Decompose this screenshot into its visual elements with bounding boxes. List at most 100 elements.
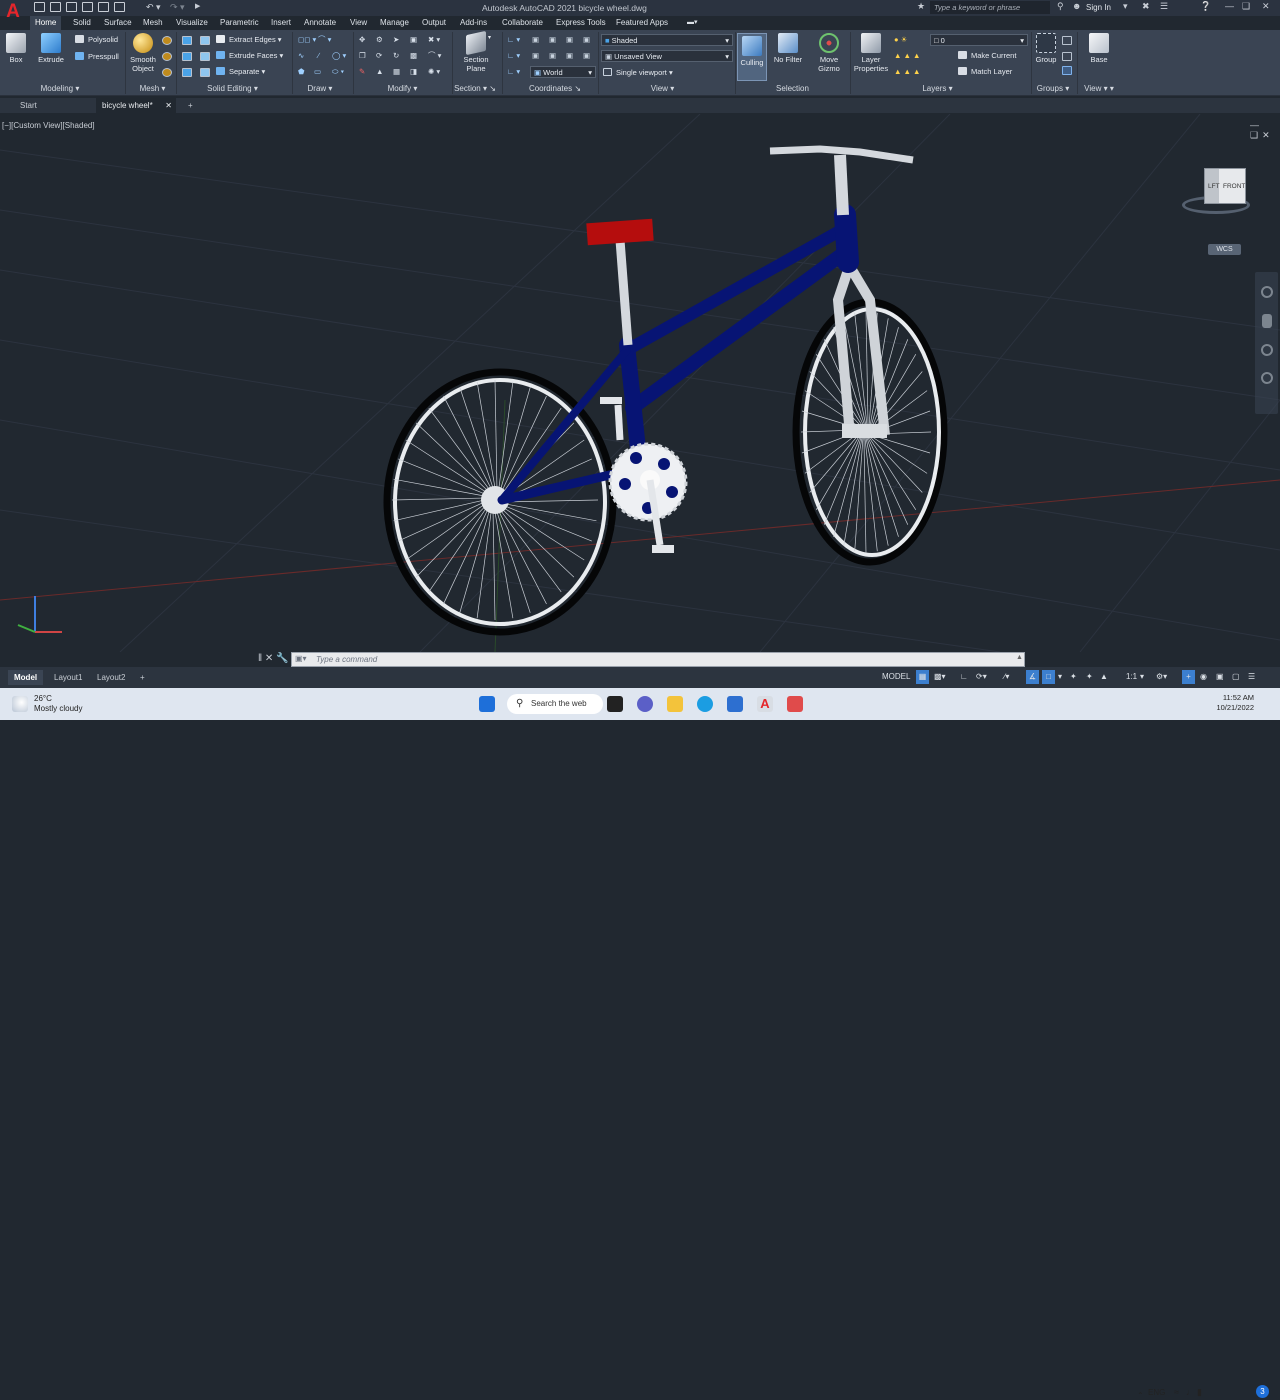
ungroup-icon[interactable]: [1062, 36, 1072, 45]
wcs-menu[interactable]: WCS: [1208, 244, 1241, 255]
ucs-view-icon[interactable]: ∟ ▾: [507, 51, 520, 61]
tab-layout2[interactable]: Layout2: [91, 670, 131, 685]
mesh-tool-2-icon[interactable]: [162, 52, 172, 61]
tab-mesh[interactable]: Mesh: [138, 16, 168, 30]
culling-button[interactable]: Culling: [737, 33, 767, 81]
ucs-x-icon[interactable]: ▣: [549, 35, 556, 45]
erase-icon[interactable]: ✎: [359, 67, 365, 77]
units-icon[interactable]: ◉: [1200, 670, 1207, 684]
viewport-config-button[interactable]: Single viewport ▾: [603, 68, 673, 78]
weather-widget[interactable]: 26°C Mostly cloudy: [34, 694, 82, 714]
align-icon[interactable]: ➤: [393, 35, 399, 45]
group-select-icon[interactable]: [1062, 66, 1072, 75]
section-panel-label[interactable]: Section ▾ ↘: [450, 84, 500, 94]
clean-screen-icon[interactable]: ▢: [1232, 670, 1240, 684]
tab-insert[interactable]: Insert: [266, 16, 296, 30]
tab-output[interactable]: Output: [417, 16, 451, 30]
task-view-icon[interactable]: [607, 696, 623, 712]
close-tab-icon[interactable]: ✕: [165, 98, 172, 113]
save-icon[interactable]: [66, 2, 77, 12]
layer-tools-2-icon[interactable]: ▲ ▲ ▲: [894, 67, 920, 77]
snipping-tool-icon[interactable]: [787, 696, 803, 712]
search-icon[interactable]: ⚲: [1057, 1, 1064, 12]
layer-on-icon[interactable]: ● ☀: [894, 35, 907, 45]
ucs-named-icon[interactable]: ∟ ▾: [507, 67, 520, 77]
slice-icon[interactable]: [200, 52, 210, 61]
zoom-icon[interactable]: [1260, 344, 1273, 356]
ucs-z-icon[interactable]: ▣: [583, 35, 590, 45]
extrude-faces-button[interactable]: Extrude Faces ▾: [216, 51, 283, 61]
save-as-icon[interactable]: [82, 2, 93, 12]
smooth-object-button[interactable]: Smooth Object: [127, 33, 159, 73]
move-gizmo-button[interactable]: Move Gizmo: [812, 33, 846, 73]
ribbon-options-icon[interactable]: ▬▾: [682, 16, 703, 30]
group-button[interactable]: Group: [1033, 33, 1059, 64]
show-annotation-icon[interactable]: ✦: [1070, 670, 1077, 684]
exchange-icon[interactable]: ✖: [1142, 1, 1150, 12]
file-explorer-icon[interactable]: [667, 696, 683, 712]
group-edit-icon[interactable]: [1062, 52, 1072, 61]
tab-express-tools[interactable]: Express Tools: [551, 16, 611, 30]
viewcube[interactable]: LFT FRONT: [1204, 168, 1246, 204]
notification-badge[interactable]: 3: [1256, 1385, 1269, 1398]
language-indicator[interactable]: ENG: [1148, 1388, 1165, 1397]
section-expand-icon[interactable]: ▾: [488, 33, 491, 43]
rectangle-tool-icon[interactable]: ▭: [314, 67, 321, 77]
fillet-icon[interactable]: ⌒ ▾: [428, 51, 441, 61]
help-search-input[interactable]: Type a keyword or phrase: [930, 1, 1050, 14]
ortho-icon[interactable]: ∟: [960, 670, 968, 684]
close-command-icon[interactable]: ✕: [265, 653, 273, 664]
new-tab-icon[interactable]: +: [182, 98, 199, 113]
tab-visualize[interactable]: Visualize: [171, 16, 213, 30]
trim-icon[interactable]: ✖ ▾: [428, 35, 440, 45]
mesh-panel-label[interactable]: Mesh ▾: [130, 84, 175, 94]
annotation-monitor-icon[interactable]: +: [1182, 670, 1195, 684]
selection-panel-label[interactable]: Selection: [765, 84, 820, 94]
wifi-icon[interactable]: ≈: [1174, 1387, 1179, 1397]
redo-icon[interactable]: ↷ ▾: [170, 2, 185, 13]
layer-properties-button[interactable]: Layer Properties: [852, 33, 890, 73]
dropdown-icon[interactable]: ▾: [1123, 1, 1128, 12]
groups-panel-label[interactable]: Groups ▾: [1032, 84, 1074, 94]
match-layer-button[interactable]: Match Layer: [958, 67, 1012, 77]
customization-icon[interactable]: ☰: [1248, 670, 1255, 684]
taskbar-search[interactable]: ⚲ Search the web: [507, 694, 603, 714]
viewport-controls-label[interactable]: [−][Custom View][Shaded]: [2, 121, 95, 130]
mirror-icon[interactable]: ▲: [376, 67, 383, 77]
no-filter-button[interactable]: No Filter: [771, 33, 805, 64]
viewcube-front-face[interactable]: FRONT: [1223, 183, 1245, 190]
ucs-3point-icon[interactable]: ▣: [532, 51, 539, 61]
mesh-tool-1-icon[interactable]: [162, 36, 172, 45]
layers-panel-label[interactable]: Layers ▾: [915, 84, 960, 94]
tray-chevron-icon[interactable]: ⌃: [1137, 1391, 1144, 1400]
workspace-gear-icon[interactable]: ⚙▾: [1156, 670, 1167, 684]
view-panel-2-label[interactable]: View ▾ ▾: [1078, 84, 1120, 94]
user-icon[interactable]: ☻: [1072, 1, 1081, 11]
tab-start[interactable]: Start: [14, 98, 43, 113]
battery-icon[interactable]: ▮: [1197, 1387, 1202, 1398]
stretch-icon[interactable]: ▣: [410, 35, 417, 45]
command-input[interactable]: Type a command: [316, 655, 377, 664]
coordinates-panel-label[interactable]: Coordinates ↘: [520, 84, 590, 94]
offset-icon[interactable]: ◨: [410, 67, 417, 77]
close-icon[interactable]: ✕: [1262, 1, 1270, 12]
layer-dropdown[interactable]: □ 0 ▾: [930, 34, 1028, 46]
osnap-tracking-icon[interactable]: ∡: [1026, 670, 1039, 684]
add-layout-icon[interactable]: +: [134, 670, 151, 685]
interfere-icon[interactable]: [200, 36, 210, 45]
annotation-scale[interactable]: 1:1: [1126, 670, 1137, 684]
tab-home[interactable]: Home: [30, 16, 62, 30]
named-view-dropdown[interactable]: ▣ Unsaved View ▾: [601, 50, 733, 62]
weather-icon[interactable]: [12, 696, 28, 712]
thicken-icon[interactable]: [200, 68, 210, 77]
osnap-dropdown-icon[interactable]: ▾: [1058, 670, 1062, 684]
modify-panel-label[interactable]: Modify ▾: [380, 84, 425, 94]
isolate-objects-icon[interactable]: ▣: [1216, 670, 1224, 684]
draw-panel-label[interactable]: Draw ▾: [300, 84, 340, 94]
view-panel-label[interactable]: View ▾: [640, 84, 685, 94]
visual-style-dropdown[interactable]: ■ Shaded ▾: [601, 34, 733, 46]
customize-icon[interactable]: 🔧: [276, 653, 288, 664]
help-search-icon[interactable]: ★: [917, 1, 925, 12]
ucs-icon[interactable]: ∟ ▾: [507, 35, 520, 45]
drawing-viewport[interactable]: [0, 114, 1280, 652]
